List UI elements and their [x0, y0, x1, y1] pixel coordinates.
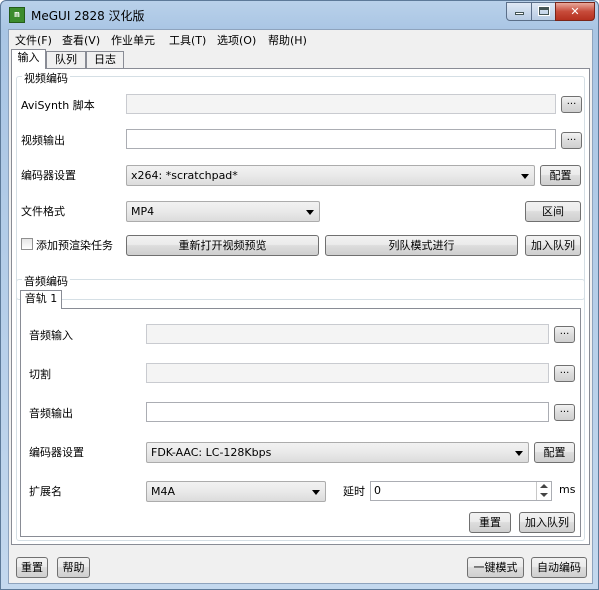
audio-track-page: 音频输入 ... 切割 ... 音频输出 ... 编码器设置 FDK-AAC: …: [20, 308, 581, 537]
megui-app-icon: m: [9, 7, 25, 23]
avisynth-label: AviSynth 脚本: [21, 99, 95, 112]
minimize-icon: [514, 12, 524, 15]
tab-audio-track-1[interactable]: 音轨 1: [20, 290, 62, 309]
close-button[interactable]: ✕: [555, 2, 595, 21]
video-output-browse-button[interactable]: ...: [561, 132, 582, 149]
extension-value: M4A: [151, 485, 176, 498]
delay-input[interactable]: 0: [370, 481, 552, 501]
extension-select[interactable]: M4A: [146, 481, 326, 502]
window-title: MeGUI 2828 汉化版: [31, 9, 145, 23]
audio-input-field[interactable]: [146, 324, 549, 344]
cut-browse-button[interactable]: ...: [554, 365, 575, 382]
video-group-title: 视频编码: [22, 70, 70, 86]
queue-mode-button[interactable]: 列队模式进行: [325, 235, 518, 256]
chevron-down-icon: [521, 174, 529, 179]
video-add-queue-button[interactable]: 加入队列: [525, 235, 581, 256]
oneclick-mode-button[interactable]: 一键模式: [467, 557, 524, 578]
delay-label: 延时: [343, 485, 365, 498]
chevron-down-icon: [306, 210, 314, 215]
menu-view[interactable]: 查看(V): [62, 32, 100, 48]
menu-file[interactable]: 文件(F): [15, 32, 52, 48]
video-encoder-value: x264: *scratchpad*: [131, 169, 238, 182]
cut-field[interactable]: [146, 363, 549, 383]
audio-add-queue-button[interactable]: 加入队列: [519, 512, 575, 533]
client-area: 文件(F) 查看(V) 作业单元 工具(T) 选项(O) 帮助(H) 输入 队列…: [8, 29, 593, 584]
file-format-select[interactable]: MP4: [126, 201, 320, 222]
video-output-input[interactable]: [126, 129, 556, 149]
tab-input[interactable]: 输入: [11, 49, 46, 69]
close-icon: ✕: [570, 5, 580, 18]
audio-encoder-select[interactable]: FDK-AAC: LC-128Kbps: [146, 442, 529, 463]
file-format-value: MP4: [131, 205, 155, 218]
app-window: m MeGUI 2828 汉化版 ✕ 文件(F) 查看(V) 作业单元 工具(T…: [0, 0, 599, 590]
cut-label: 切割: [29, 368, 51, 381]
menu-options[interactable]: 选项(O): [217, 32, 256, 48]
minimize-button[interactable]: [506, 2, 532, 21]
footer-help-button[interactable]: 帮助: [57, 557, 90, 578]
title-bar[interactable]: m MeGUI 2828 汉化版 ✕: [1, 1, 598, 29]
maximize-button[interactable]: [531, 2, 556, 21]
chevron-down-icon: [312, 490, 320, 495]
audio-group-title: 音频编码: [22, 273, 70, 289]
prerender-checkbox[interactable]: [21, 238, 33, 250]
menu-tools[interactable]: 工具(T): [169, 32, 206, 48]
delay-unit: ms: [559, 483, 576, 496]
reopen-preview-button[interactable]: 重新打开视频预览: [126, 235, 319, 256]
range-button[interactable]: 区间: [525, 201, 581, 222]
audio-config-button[interactable]: 配置: [534, 442, 575, 463]
input-tab-page: 视频编码 AviSynth 脚本 ... 视频输出 ... 编码器设置 x264…: [11, 68, 590, 545]
menu-jobs[interactable]: 作业单元: [111, 32, 155, 48]
video-encoder-select[interactable]: x264: *scratchpad*: [126, 165, 535, 186]
audio-output-field[interactable]: [146, 402, 549, 422]
file-format-label: 文件格式: [21, 205, 65, 218]
delay-value: 0: [374, 484, 381, 497]
footer-reset-button[interactable]: 重置: [16, 557, 48, 578]
audio-output-label: 音频输出: [29, 407, 73, 420]
chevron-down-icon: [515, 451, 523, 456]
spin-up-icon[interactable]: [540, 484, 548, 488]
video-config-button[interactable]: 配置: [540, 165, 581, 186]
tab-queue[interactable]: 队列: [46, 51, 86, 69]
extension-label: 扩展名: [29, 485, 62, 498]
menu-bar: 文件(F) 查看(V) 作业单元 工具(T) 选项(O) 帮助(H): [9, 30, 592, 48]
audio-output-browse-button[interactable]: ...: [554, 404, 575, 421]
avisynth-input[interactable]: [126, 94, 556, 114]
delay-spinner[interactable]: [536, 482, 551, 500]
video-encoder-label: 编码器设置: [21, 169, 76, 182]
auto-encode-button[interactable]: 自动编码: [531, 557, 587, 578]
audio-encoder-value: FDK-AAC: LC-128Kbps: [151, 446, 272, 459]
prerender-label: 添加预渲染任务: [36, 239, 113, 252]
audio-encoder-label: 编码器设置: [29, 446, 84, 459]
maximize-icon: [537, 6, 550, 16]
audio-reset-button[interactable]: 重置: [469, 512, 511, 533]
audio-input-label: 音频输入: [29, 329, 73, 342]
audio-input-browse-button[interactable]: ...: [554, 326, 575, 343]
avisynth-browse-button[interactable]: ...: [561, 96, 582, 113]
video-output-label: 视频输出: [21, 134, 65, 147]
spin-down-icon[interactable]: [540, 493, 548, 497]
tab-log[interactable]: 日志: [86, 51, 124, 69]
menu-help[interactable]: 帮助(H): [268, 32, 307, 48]
